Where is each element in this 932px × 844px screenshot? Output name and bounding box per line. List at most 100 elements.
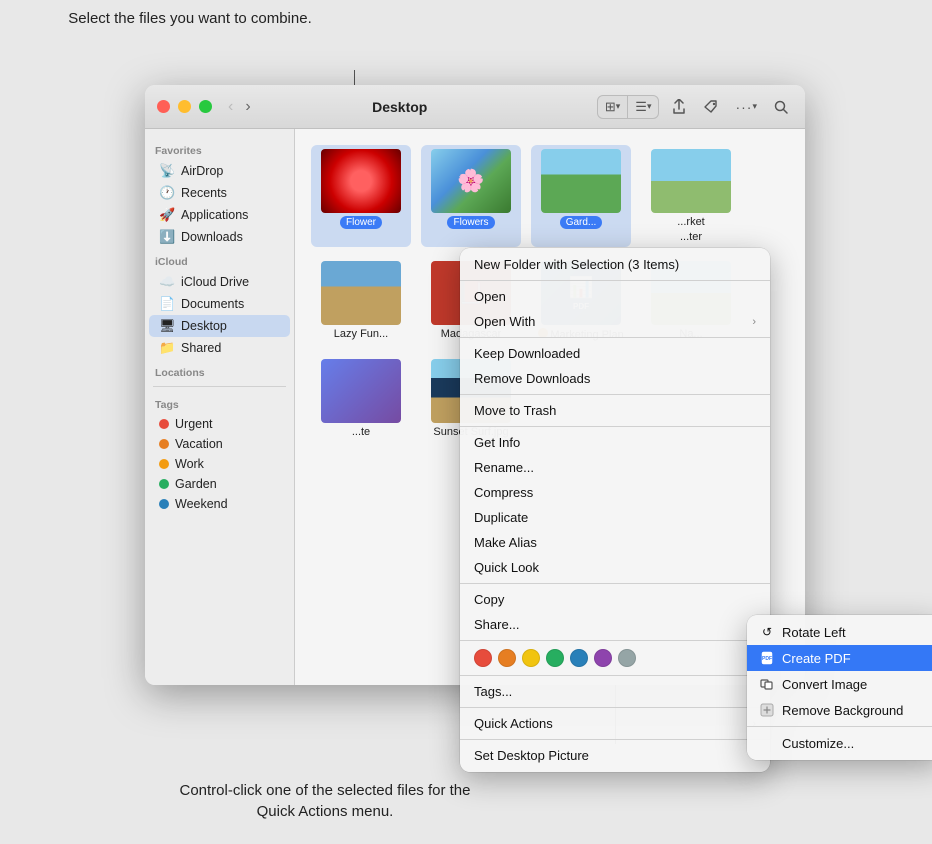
landscape2-name: Lazy Fun... <box>334 328 388 340</box>
tag-blue[interactable] <box>570 649 588 667</box>
ctx-tags-row <box>460 644 770 672</box>
ctx-remove-downloads[interactable]: Remove Downloads <box>460 366 770 391</box>
vacation-dot <box>159 439 169 449</box>
search-button[interactable] <box>769 97 793 117</box>
vacation-label: Vacation <box>175 437 223 451</box>
tag-green[interactable] <box>546 649 564 667</box>
sidebar-item-documents[interactable]: 📄 Documents <box>149 293 290 315</box>
file-item-landscape1[interactable]: ...rket ...ter <box>641 145 741 247</box>
file-item-flower[interactable]: Flower <box>311 145 411 247</box>
garden-thumbnail <box>541 149 621 213</box>
ctx-sep5 <box>460 583 770 584</box>
toolbar-right: ⊞ ▾ ☰ ▾ ··· ▾ <box>597 95 793 119</box>
list-view-button[interactable]: ☰ ▾ <box>628 96 658 118</box>
ctx-sep4 <box>460 426 770 427</box>
file-item-na2[interactable]: ...te <box>311 355 411 442</box>
tag-yellow[interactable] <box>522 649 540 667</box>
close-button[interactable] <box>157 100 170 113</box>
sidebar-item-applications[interactable]: 🚀 Applications <box>149 204 290 226</box>
ctx-open[interactable]: Open <box>460 284 770 309</box>
applications-label: Applications <box>181 208 248 222</box>
landscape1-image <box>651 149 731 213</box>
sidebar-item-tag-weekend[interactable]: Weekend <box>149 494 290 514</box>
tags-label: Tags <box>145 391 294 414</box>
title-bar: ‹ › Desktop ⊞ ▾ ☰ ▾ ··· ▾ <box>145 85 805 129</box>
ctx-duplicate[interactable]: Duplicate <box>460 505 770 530</box>
sidebar-item-tag-garden[interactable]: Garden <box>149 474 290 494</box>
minimize-button[interactable] <box>178 100 191 113</box>
tag-gray[interactable] <box>618 649 636 667</box>
ctx-sep2 <box>460 337 770 338</box>
quick-actions-submenu: ↺ Rotate Left PDF Create PDF Convert Ima… <box>747 615 932 760</box>
callout-top: Select the files you want to combine. <box>60 8 320 29</box>
work-dot <box>159 459 169 469</box>
open-with-arrow: › <box>752 316 756 328</box>
ctx-set-desktop[interactable]: Set Desktop Picture <box>460 743 770 768</box>
desktop-label: Desktop <box>181 319 227 333</box>
ctx-copy[interactable]: Copy <box>460 587 770 612</box>
more-button[interactable]: ··· ▾ <box>731 97 761 117</box>
ctx-quick-look[interactable]: Quick Look <box>460 555 770 580</box>
customize-icon <box>759 735 775 751</box>
tag-red[interactable] <box>474 649 492 667</box>
sidebar-item-downloads[interactable]: ⬇️ Downloads <box>149 226 290 248</box>
ctx-open-with[interactable]: Open With › <box>460 309 770 334</box>
ctx-new-folder[interactable]: New Folder with Selection (3 Items) <box>460 252 770 277</box>
ctx-rename[interactable]: Rename... <box>460 455 770 480</box>
landscape2-thumbnail <box>321 261 401 325</box>
sidebar-item-airdrop[interactable]: 📡 AirDrop <box>149 160 290 182</box>
ctx-share[interactable]: Share... <box>460 612 770 637</box>
sub-create-pdf[interactable]: PDF Create PDF <box>747 645 932 671</box>
window-title: Desktop <box>203 99 597 115</box>
sidebar-item-tag-urgent[interactable]: Urgent <box>149 414 290 434</box>
ctx-sep7 <box>460 675 770 676</box>
locations-label: Locations <box>145 359 294 382</box>
icon-view-button[interactable]: ⊞ ▾ <box>598 96 628 118</box>
shared-icon: 📁 <box>159 340 175 356</box>
share-button[interactable] <box>667 97 691 117</box>
create-pdf-icon: PDF <box>759 650 775 666</box>
ctx-make-alias[interactable]: Make Alias <box>460 530 770 555</box>
ctx-keep-downloaded[interactable]: Keep Downloaded <box>460 341 770 366</box>
sidebar-item-desktop[interactable]: 🖥 Desktop <box>149 315 290 337</box>
tag-purple[interactable] <box>594 649 612 667</box>
weekend-dot <box>159 499 169 509</box>
recents-label: Recents <box>181 186 227 200</box>
context-menu: New Folder with Selection (3 Items) Open… <box>460 248 770 772</box>
sub-customize[interactable]: Customize... <box>747 730 932 756</box>
garden-label: Garden <box>175 477 217 491</box>
ctx-quick-actions[interactable]: Quick Actions › <box>460 711 770 736</box>
rotate-left-icon: ↺ <box>759 624 775 640</box>
shared-label: Shared <box>181 341 221 355</box>
sidebar: Favorites 📡 AirDrop 🕐 Recents 🚀 Applicat… <box>145 129 295 685</box>
garden-label: Gard... <box>560 216 603 229</box>
garden-image <box>541 149 621 213</box>
sidebar-item-tag-work[interactable]: Work <box>149 454 290 474</box>
ctx-move-to-trash[interactable]: Move to Trash <box>460 398 770 423</box>
flower-label: Flower <box>340 216 382 229</box>
work-label: Work <box>175 457 204 471</box>
file-item-landscape2[interactable]: Lazy Fun... <box>311 257 411 345</box>
urgent-dot <box>159 419 169 429</box>
ctx-get-info[interactable]: Get Info <box>460 430 770 455</box>
sidebar-item-icloud-drive[interactable]: ☁️ iCloud Drive <box>149 271 290 293</box>
sub-sep1 <box>747 726 932 727</box>
sidebar-item-recents[interactable]: 🕐 Recents <box>149 182 290 204</box>
sub-remove-background[interactable]: Remove Background <box>747 697 932 723</box>
tag-button[interactable] <box>699 97 723 117</box>
svg-text:PDF: PDF <box>762 656 772 662</box>
file-item-flowers[interactable]: Flowers <box>421 145 521 247</box>
downloads-label: Downloads <box>181 230 243 244</box>
ctx-sep1 <box>460 280 770 281</box>
sub-rotate-left[interactable]: ↺ Rotate Left <box>747 619 932 645</box>
ctx-sep8 <box>460 707 770 708</box>
landscape1-name: ...rket <box>677 216 705 228</box>
na2-name: ...te <box>352 426 370 438</box>
sidebar-item-shared[interactable]: 📁 Shared <box>149 337 290 359</box>
ctx-compress[interactable]: Compress <box>460 480 770 505</box>
file-item-garden[interactable]: Gard... <box>531 145 631 247</box>
tag-orange[interactable] <box>498 649 516 667</box>
sub-convert-image[interactable]: Convert Image <box>747 671 932 697</box>
sidebar-item-tag-vacation[interactable]: Vacation <box>149 434 290 454</box>
ctx-tags[interactable]: Tags... <box>460 679 770 704</box>
